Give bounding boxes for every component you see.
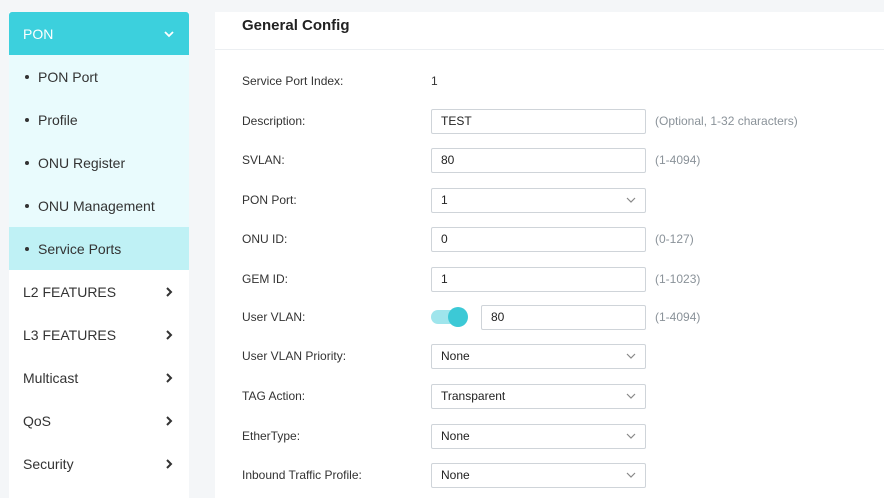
inbound-traffic-profile-label: Inbound Traffic Profile: [242,468,362,482]
sidebar: PON PON Port Profile ONU Register ONU Ma… [9,12,189,498]
sidebar-item-onu-management[interactable]: ONU Management [9,184,189,227]
sidebar-group-qos[interactable]: QoS [9,399,189,442]
sidebar-group-multicast[interactable]: Multicast [9,356,189,399]
chevron-right-icon [166,372,173,383]
sidebar-group-label: L2 FEATURES [23,283,117,300]
bullet [25,74,29,79]
description-value: TEST [441,114,472,128]
gem-id-hint: (1-1023) [655,272,701,286]
general-config-panel: General Config Service Port Index: 1 Des… [215,12,884,498]
sidebar-item-label: Service Ports [38,240,122,257]
user-vlan-priority-select[interactable]: None [431,343,646,369]
chevron-down-icon [626,197,636,203]
ethertype-label: EtherType: [242,429,301,443]
ethertype-value: None [441,429,470,443]
sidebar-group-label: QoS [23,412,52,429]
sidebar-item-label: PON Port [38,68,98,85]
svlan-label: SVLAN: [242,153,285,167]
sidebar-item-label: ONU Register [38,154,126,171]
row-tag-action: TAG Action: Transparent [242,383,882,409]
service-port-index-label: Service Port Index: [242,74,344,88]
row-pon-port: PON Port: 1 [242,187,882,213]
description-input[interactable]: TEST [431,108,646,134]
row-ethertype: EtherType: None [242,423,882,449]
onu-id-value: 0 [441,232,448,246]
user-vlan-label: User VLAN: [242,310,306,324]
inbound-traffic-profile-select[interactable]: None [431,462,646,488]
toggle-knob [448,307,468,327]
pon-submenu: PON Port Profile ONU Register ONU Manage… [9,55,189,270]
row-user-vlan-priority: User VLAN Priority: None [242,343,882,369]
row-description: Description: TEST (Optional, 1-32 charac… [242,108,882,134]
tag-action-value: Transparent [441,389,506,403]
sidebar-group-l2-features[interactable]: L2 FEATURES [9,270,189,313]
description-label: Description: [242,114,306,128]
inbound-traffic-profile-value: None [441,468,470,482]
pon-port-select[interactable]: 1 [431,187,646,213]
row-user-vlan: User VLAN: 80 (1-4094) [242,304,882,330]
row-service-port-index: Service Port Index: 1 [242,68,882,94]
menu-pon-label: PON [23,25,54,42]
user-vlan-toggle[interactable] [431,307,468,327]
sidebar-group-label: L3 FEATURES [23,326,117,343]
chevron-down-icon [626,393,636,399]
sidebar-group-label: Security [23,455,74,472]
bullet [25,160,29,165]
sidebar-group-l3-features[interactable]: L3 FEATURES [9,313,189,356]
chevron-down-icon [626,353,636,359]
chevron-down-icon [626,433,636,439]
panel-title: General Config [215,12,884,50]
description-hint: (Optional, 1-32 characters) [655,114,798,128]
user-vlan-input[interactable]: 80 [481,304,646,330]
sidebar-item-pon-port[interactable]: PON Port [9,55,189,98]
sidebar-item-onu-register[interactable]: ONU Register [9,141,189,184]
chevron-right-icon [166,286,173,297]
sidebar-item-label: ONU Management [38,197,155,214]
row-gem-id: GEM ID: 1 (1-1023) [242,266,882,292]
row-inbound-traffic-profile: Inbound Traffic Profile: None [242,462,882,488]
sidebar-item-profile[interactable]: Profile [9,98,189,141]
sidebar-item-service-ports[interactable]: Service Ports [9,227,189,270]
svlan-hint: (1-4094) [655,153,701,167]
chevron-right-icon [166,458,173,469]
chevron-right-icon [166,415,173,426]
user-vlan-priority-label: User VLAN Priority: [242,349,347,363]
svlan-value: 80 [441,153,455,167]
onu-id-label: ONU ID: [242,232,288,246]
chevron-down-icon [164,30,174,37]
user-vlan-hint: (1-4094) [655,310,701,324]
onu-id-hint: (0-127) [655,232,694,246]
bullet [25,203,29,208]
row-onu-id: ONU ID: 0 (0-127) [242,226,882,252]
service-port-index-value: 1 [431,74,438,88]
row-svlan: SVLAN: 80 (1-4094) [242,147,882,173]
gem-id-value: 1 [441,272,448,286]
tag-action-label: TAG Action: [242,389,306,403]
onu-id-input[interactable]: 0 [431,226,646,252]
sidebar-group-label: Multicast [23,369,79,386]
menu-pon[interactable]: PON [9,12,189,55]
user-vlan-priority-value: None [441,349,470,363]
user-vlan-value: 80 [491,310,505,324]
sidebar-group-security[interactable]: Security [9,442,189,485]
chevron-right-icon [166,329,173,340]
bullet [25,246,29,251]
ethertype-select[interactable]: None [431,423,646,449]
chevron-down-icon [626,472,636,478]
svlan-input[interactable]: 80 [431,147,646,173]
pon-port-label: PON Port: [242,193,297,207]
bullet [25,117,29,122]
gem-id-label: GEM ID: [242,272,289,286]
sidebar-item-label: Profile [38,111,78,128]
gem-id-input[interactable]: 1 [431,266,646,292]
pon-port-value: 1 [441,193,448,207]
tag-action-select[interactable]: Transparent [431,383,646,409]
